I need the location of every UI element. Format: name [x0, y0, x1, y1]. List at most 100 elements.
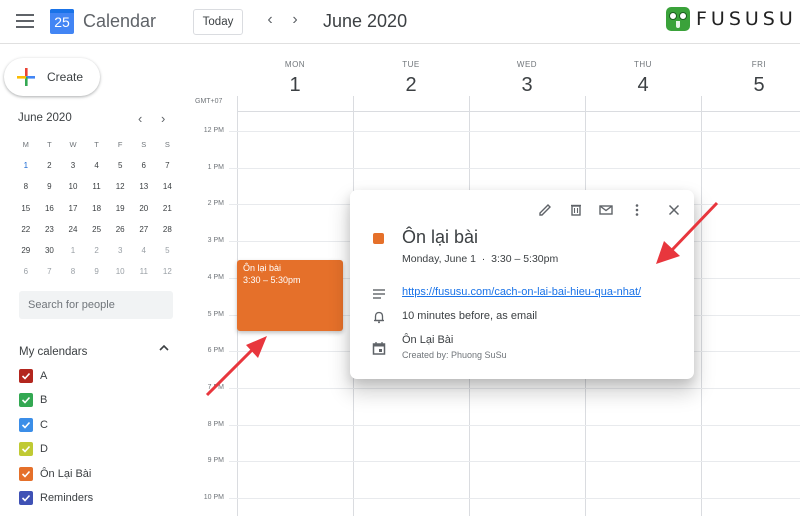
- mini-calendar-next-button[interactable]: ›: [161, 111, 165, 126]
- mini-calendar-day[interactable]: 23: [38, 219, 62, 240]
- day-header: THU 4: [585, 60, 701, 97]
- mini-calendar-day[interactable]: 7: [156, 155, 180, 176]
- mini-calendar-day[interactable]: 28: [156, 219, 180, 240]
- mini-calendar-day[interactable]: 25: [85, 219, 109, 240]
- previous-week-button[interactable]: ‹: [262, 11, 278, 29]
- my-calendars-header[interactable]: My calendars: [19, 342, 173, 358]
- mini-calendar-day[interactable]: 24: [61, 219, 85, 240]
- calendar-checkbox[interactable]: [19, 417, 33, 432]
- mini-calendar-day[interactable]: 9: [85, 261, 109, 282]
- mini-calendar-day[interactable]: 6: [132, 155, 156, 176]
- app-title[interactable]: Calendar: [83, 11, 156, 32]
- mini-calendar-day[interactable]: 26: [108, 219, 132, 240]
- mini-calendar-day[interactable]: 29: [14, 240, 38, 261]
- calendar-checkbox[interactable]: [19, 466, 33, 481]
- search-people-input[interactable]: [19, 291, 173, 319]
- mini-calendar-prev-button[interactable]: ‹: [138, 111, 142, 126]
- hour-gridline: [229, 168, 800, 169]
- edit-icon[interactable]: [536, 201, 554, 219]
- next-week-button[interactable]: ›: [287, 11, 303, 29]
- more-options-icon[interactable]: [628, 201, 646, 219]
- event-time: 3:30 – 5:30pm: [243, 275, 301, 285]
- day-number[interactable]: 1: [237, 74, 353, 97]
- today-button[interactable]: Today: [193, 9, 243, 35]
- weekday-label: T: [47, 140, 52, 149]
- mini-calendar-day[interactable]: 4: [132, 240, 156, 261]
- calendar-logo-icon[interactable]: 25: [50, 9, 74, 34]
- mini-calendar-day[interactable]: 17: [61, 198, 85, 219]
- mini-calendar-day[interactable]: 10: [61, 176, 85, 197]
- day-header: WED 3: [469, 60, 585, 97]
- mini-calendar-day[interactable]: 3: [108, 240, 132, 261]
- timezone-label: GMT+07: [195, 98, 223, 105]
- calendar-event[interactable]: Ôn lại bài 3:30 – 5:30pm: [237, 260, 343, 331]
- mini-calendar-day[interactable]: 19: [108, 198, 132, 219]
- mini-calendar-grid: M T W T F S S 1 2 3 4 5 6 7 8 9 10 11 12 13 14 15 16 17 18 19 20 21…: [14, 134, 179, 283]
- mini-calendar-day[interactable]: 8: [14, 176, 38, 197]
- mini-calendar-day[interactable]: 30: [38, 240, 62, 261]
- mini-calendar-title: June 2020: [18, 112, 72, 124]
- mini-calendar-day[interactable]: 13: [132, 176, 156, 197]
- main-menu-icon[interactable]: [16, 14, 34, 28]
- mini-calendar-day[interactable]: 8: [61, 261, 85, 282]
- mini-calendar-day[interactable]: 5: [108, 155, 132, 176]
- mini-calendar-day-selected[interactable]: 1: [14, 155, 38, 176]
- hour-label: 8 PM: [207, 421, 224, 428]
- chevron-up-icon[interactable]: [159, 341, 169, 355]
- calendar-checkbox[interactable]: [19, 393, 33, 408]
- mini-calendar-day[interactable]: 14: [156, 176, 180, 197]
- delete-icon[interactable]: [567, 201, 585, 219]
- email-icon[interactable]: [597, 201, 615, 219]
- day-header: FRI 5: [701, 60, 800, 97]
- hour-label: 3 PM: [207, 237, 224, 244]
- calendar-name: D: [40, 443, 48, 456]
- mini-calendar-day[interactable]: 2: [38, 155, 62, 176]
- create-button[interactable]: Create: [4, 58, 100, 96]
- calendar-checkbox[interactable]: [19, 490, 33, 505]
- mini-calendar-day[interactable]: 10: [108, 261, 132, 282]
- mini-calendar: June 2020 ‹ › M T W T F S S 1 2 3 4 5 6 7 8 9 10 11 12 13 14…: [14, 111, 178, 276]
- hour-gridline: [229, 388, 800, 389]
- hour-gridline: [229, 498, 800, 499]
- day-name: MON: [284, 60, 306, 69]
- mini-calendar-day[interactable]: 21: [156, 198, 180, 219]
- calendar-checkbox[interactable]: [19, 442, 33, 457]
- mini-calendar-day[interactable]: 6: [14, 261, 38, 282]
- mini-calendar-day[interactable]: 18: [85, 198, 109, 219]
- mini-calendar-day[interactable]: 9: [38, 176, 62, 197]
- hour-label: 12 PM: [203, 127, 224, 134]
- created-by: Created by: Phuong SuSu: [402, 350, 507, 360]
- popup-event-when: Monday, June 1 · 3:30 – 5:30pm: [402, 253, 559, 265]
- weekday-label: W: [69, 140, 77, 149]
- mini-calendar-day[interactable]: 5: [156, 240, 180, 261]
- mini-calendar-day[interactable]: 12: [108, 176, 132, 197]
- description-link[interactable]: https://fususu.com/cach-on-lai-bai-hieu-…: [402, 286, 641, 298]
- calendar-name: A: [40, 370, 48, 382]
- brand-logo: FUSUSU: [666, 6, 797, 32]
- mini-calendar-day[interactable]: 1: [61, 240, 85, 261]
- day-number[interactable]: 2: [353, 74, 469, 97]
- mini-calendar-day[interactable]: 22: [14, 219, 38, 240]
- close-icon[interactable]: [665, 201, 683, 219]
- calendar-icon: [372, 341, 386, 355]
- mini-calendar-day[interactable]: 7: [38, 261, 62, 282]
- mini-calendar-day[interactable]: 16: [38, 198, 62, 219]
- mini-calendar-day[interactable]: 27: [132, 219, 156, 240]
- mini-calendar-day[interactable]: 20: [132, 198, 156, 219]
- period-title: June 2020: [323, 11, 408, 31]
- mini-calendar-day[interactable]: 15: [14, 198, 38, 219]
- calendar-checkbox[interactable]: [19, 369, 33, 383]
- day-number[interactable]: 3: [469, 74, 585, 97]
- day-number[interactable]: 4: [585, 74, 701, 97]
- mini-calendar-day[interactable]: 4: [85, 155, 109, 176]
- weekday-label: T: [94, 140, 99, 149]
- mini-calendar-day[interactable]: 2: [85, 240, 109, 261]
- popup-event-title: Ôn lại bài: [402, 227, 479, 247]
- day-number[interactable]: 5: [701, 74, 800, 97]
- mini-calendar-day[interactable]: 11: [132, 261, 156, 282]
- mini-calendar-day[interactable]: 3: [61, 155, 85, 176]
- event-color-swatch: [373, 233, 384, 244]
- mini-calendar-day[interactable]: 12: [156, 261, 180, 282]
- mini-calendar-day[interactable]: 11: [85, 176, 109, 197]
- description-icon: [372, 287, 386, 301]
